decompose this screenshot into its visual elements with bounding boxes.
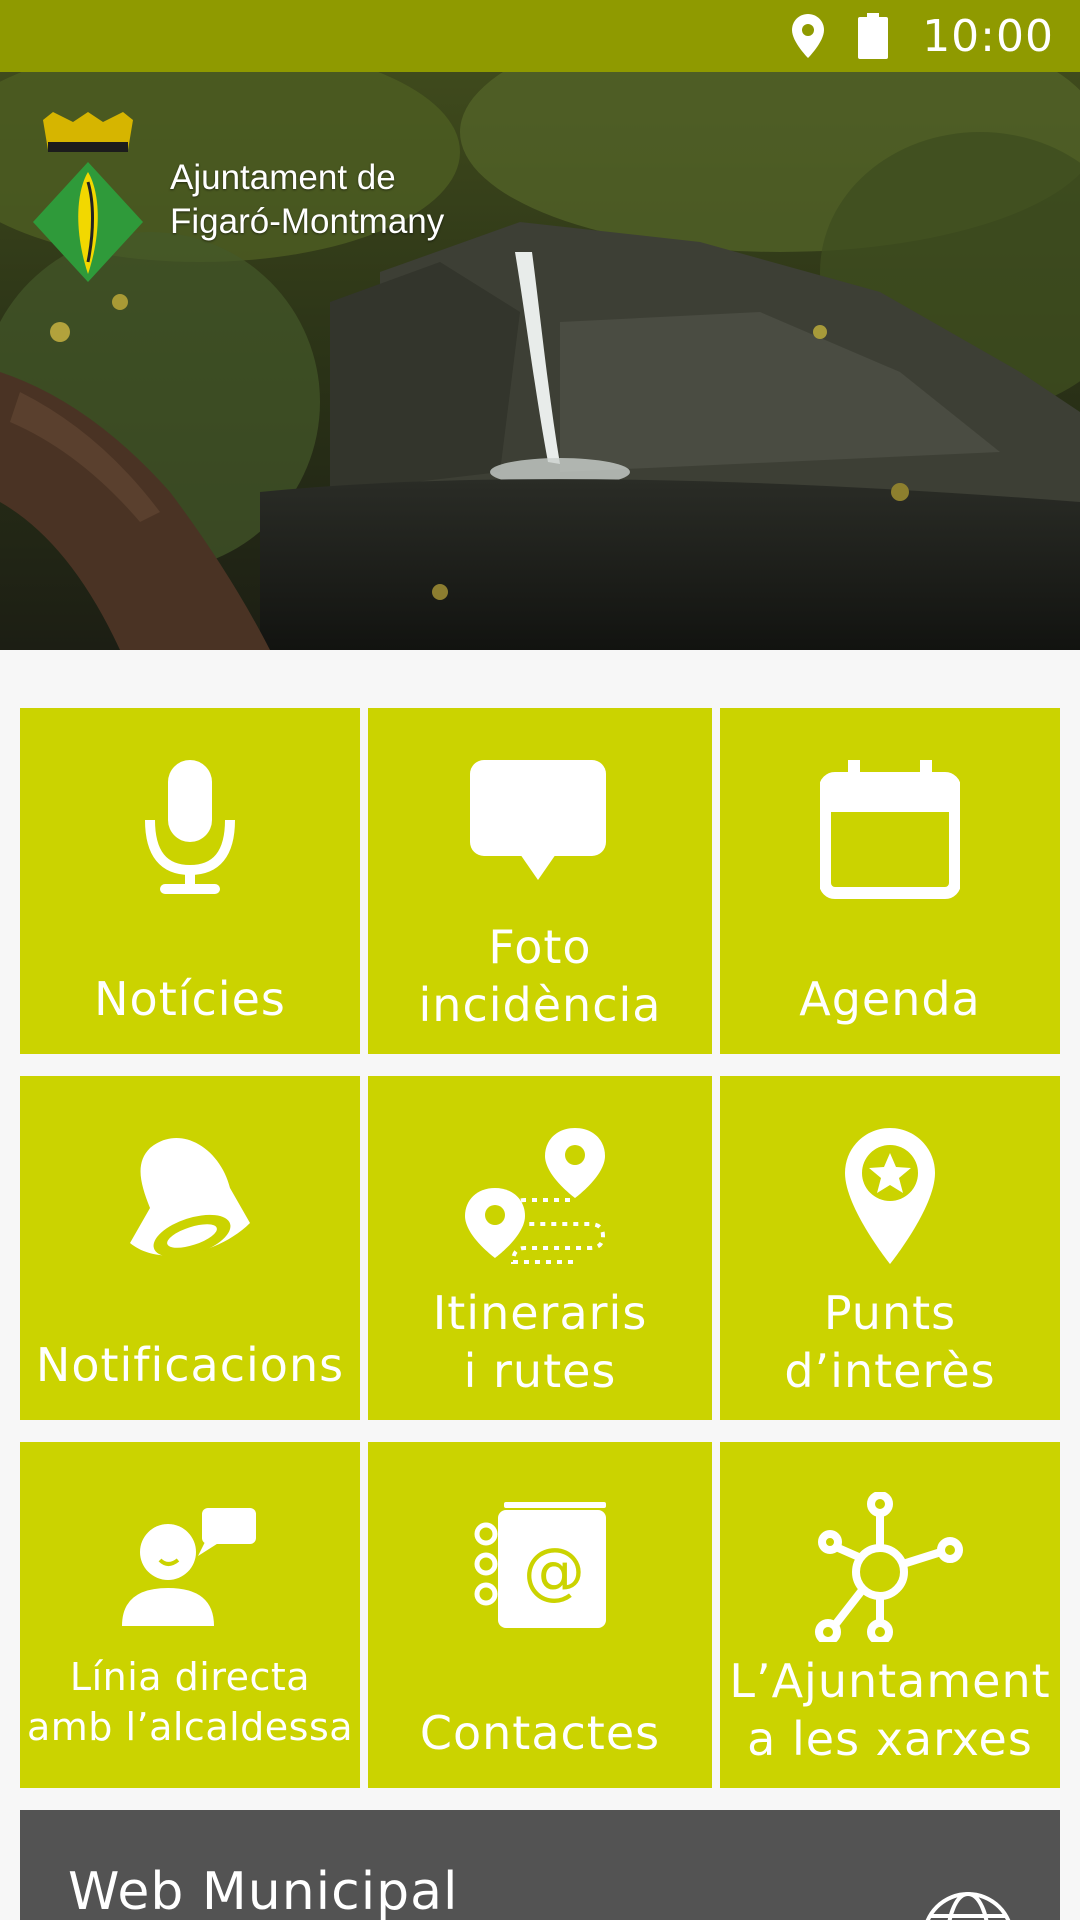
tile-label: Notificacions <box>35 1338 345 1392</box>
tile-linia-directa[interactable]: Línia directa amb l’alcaldessa <box>20 1442 360 1788</box>
tile-label: Notícies <box>94 972 286 1026</box>
municipal-logo <box>33 112 143 282</box>
tile-contactes[interactable]: @ Contactes <box>368 1442 712 1788</box>
tile-label: Agenda <box>799 972 981 1026</box>
waterfall-photo <box>0 72 1080 650</box>
chat-bubble-icon <box>368 760 712 910</box>
bell-icon <box>20 1128 360 1278</box>
tile-xarxes[interactable]: L’Ajuntament a les xarxes <box>720 1442 1060 1788</box>
logo-line-2: Figaró-Montmany <box>170 202 445 241</box>
address-book-icon: @ <box>368 1502 712 1652</box>
municipal-name: Ajuntament de Figaró-Montmany <box>170 156 444 244</box>
calendar-icon <box>720 760 1060 910</box>
tile-agenda[interactable]: Agenda <box>720 708 1060 1054</box>
microphone-icon <box>20 760 360 910</box>
tile-label: Punts d’interès <box>784 1286 996 1398</box>
network-icon <box>720 1492 1060 1642</box>
tile-punts-interes[interactable]: Punts d’interès <box>720 1076 1060 1420</box>
tile-label: Línia directa amb l’alcaldessa <box>26 1655 354 1749</box>
tile-itineraris[interactable]: Itineraris i rutes <box>368 1076 712 1420</box>
status-bar: 10:00 <box>0 0 1080 72</box>
tile-noticies[interactable]: Notícies <box>20 708 360 1054</box>
logo-line-1: Ajuntament de <box>170 158 396 197</box>
tile-label: Contactes <box>419 1706 661 1760</box>
tile-notificacions[interactable]: Notificacions <box>20 1076 360 1420</box>
battery-icon <box>858 13 889 59</box>
tile-foto-incidencia[interactable]: Foto incidència <box>368 708 712 1054</box>
tile-label: L’Ajuntament a les xarxes <box>729 1654 1051 1766</box>
person-speech-icon <box>20 1508 360 1658</box>
star-pin-icon <box>720 1128 1060 1278</box>
hero-banner: Ajuntament de Figaró-Montmany <box>0 72 1080 650</box>
tile-label: Itineraris i rutes <box>432 1286 648 1398</box>
status-time: 10:00 <box>922 10 1054 62</box>
location-pin-icon <box>792 14 825 58</box>
tile-label: Foto incidència <box>418 920 662 1032</box>
web-municipal-button[interactable]: Web Municipal <box>20 1810 1060 1920</box>
web-municipal-label: Web Municipal <box>68 1862 459 1920</box>
route-icon <box>368 1128 712 1278</box>
svg-text:@: @ <box>523 1534 585 1607</box>
globe-www-icon <box>920 1890 1016 1920</box>
